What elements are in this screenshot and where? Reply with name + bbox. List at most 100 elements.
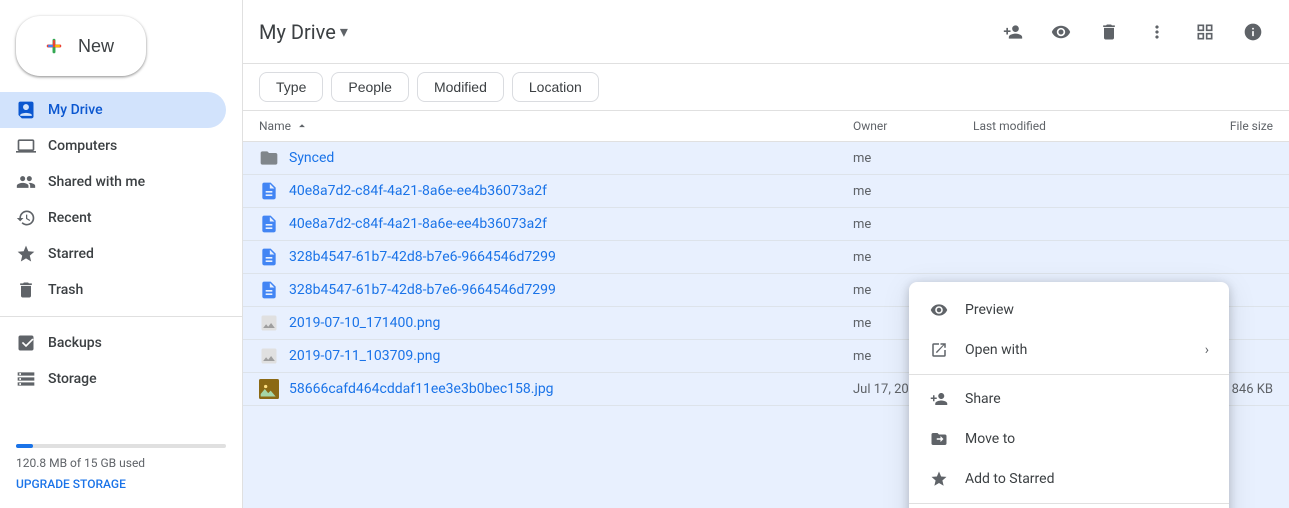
context-menu-preview-label: Preview <box>965 302 1014 318</box>
context-menu-item-add-starred[interactable]: Add to Starred <box>909 459 1229 499</box>
filter-people[interactable]: People <box>331 72 409 102</box>
header-title-area: My Drive ▾ <box>259 20 993 44</box>
context-menu-item-share[interactable]: Share <box>909 379 1229 419</box>
filter-bar: Type People Modified Location <box>243 64 1289 111</box>
file-name: 328b4547-61b7-42d8-b7e6-9664546d7299 <box>289 249 556 265</box>
context-menu-share-label: Share <box>965 391 1001 407</box>
file-name: 2019-07-11_103709.png <box>289 348 440 364</box>
upgrade-storage-link[interactable]: UPGRADE STORAGE <box>16 477 126 491</box>
info-icon <box>1243 22 1263 42</box>
open-with-menu-icon <box>929 340 949 360</box>
preview-menu-icon <box>929 300 949 320</box>
preview-toggle-button[interactable] <box>1041 12 1081 52</box>
context-menu-move-to-label: Move to <box>965 431 1015 447</box>
info-button[interactable] <box>1233 12 1273 52</box>
file-name-cell: 40e8a7d2-c84f-4a21-8a6e-ee4b36073a2f <box>259 181 853 201</box>
grid-view-button[interactable] <box>1185 12 1225 52</box>
col-owner-header: Owner <box>853 119 973 133</box>
menu-divider-2 <box>909 503 1229 504</box>
image-icon <box>259 313 279 333</box>
col-modified-header: Last modified <box>973 119 1153 133</box>
storage-bar <box>16 444 226 448</box>
sidebar-item-starred-label: Starred <box>48 246 94 262</box>
recent-icon <box>16 208 36 228</box>
file-name-cell: 328b4547-61b7-42d8-b7e6-9664546d7299 <box>259 280 853 300</box>
context-menu-item-move-to[interactable]: Move to <box>909 419 1229 459</box>
google-plus-icon <box>40 32 68 60</box>
eye-icon <box>1051 22 1071 42</box>
table-row[interactable]: 40e8a7d2-c84f-4a21-8a6e-ee4b36073a2f me <box>243 208 1289 241</box>
sidebar-item-starred[interactable]: Starred <box>0 236 226 272</box>
image-icon <box>259 346 279 366</box>
folder-icon <box>259 148 279 168</box>
table-row[interactable]: 40e8a7d2-c84f-4a21-8a6e-ee4b36073a2f me <box>243 175 1289 208</box>
new-button[interactable]: New <box>16 16 146 76</box>
file-name: 2019-07-10_171400.png <box>289 315 440 331</box>
sidebar-item-computers-label: Computers <box>48 138 117 154</box>
context-menu-item-preview[interactable]: Preview <box>909 290 1229 330</box>
sort-up-icon <box>295 119 309 133</box>
add-person-icon <box>1003 22 1023 42</box>
page-title: My Drive <box>259 20 336 44</box>
file-list-header: Name Owner Last modified File size <box>243 111 1289 142</box>
sidebar-item-my-drive-label: My Drive <box>48 102 103 118</box>
file-name-cell: 2019-07-11_103709.png <box>259 346 853 366</box>
file-owner: me <box>853 250 973 265</box>
file-name: 40e8a7d2-c84f-4a21-8a6e-ee4b36073a2f <box>289 216 547 232</box>
table-row[interactable]: 328b4547-61b7-42d8-b7e6-9664546d7299 me <box>243 241 1289 274</box>
context-menu-item-open-with[interactable]: Open with › <box>909 330 1229 370</box>
star-menu-icon <box>929 469 949 489</box>
dropdown-icon[interactable]: ▾ <box>340 22 348 41</box>
delete-button[interactable] <box>1089 12 1129 52</box>
file-name: 58666cafd464cddaf11ee3e3b0bec158.jpg <box>289 381 554 397</box>
sidebar-divider <box>0 316 242 317</box>
file-owner: me <box>853 151 973 166</box>
grid-icon <box>1195 22 1215 42</box>
doc-icon <box>259 214 279 234</box>
sidebar-item-backups-label: Backups <box>48 335 102 351</box>
file-rows-container: Synced me 40e8a7d2-c84f-4a21-8a6e-ee4b36… <box>243 142 1289 508</box>
backups-icon <box>16 333 36 353</box>
filter-location[interactable]: Location <box>512 72 599 102</box>
photo-thumbnail-icon <box>259 379 279 399</box>
trash-icon <box>16 280 36 300</box>
menu-divider <box>909 374 1229 375</box>
delete-icon <box>1099 22 1119 42</box>
storage-icon <box>16 369 36 389</box>
starred-icon <box>16 244 36 264</box>
add-person-button[interactable] <box>993 12 1033 52</box>
storage-section: 120.8 MB of 15 GB used UPGRADE STORAGE <box>16 436 226 492</box>
sidebar-item-storage[interactable]: Storage <box>0 361 226 397</box>
more-vert-icon <box>1147 22 1167 42</box>
context-menu-add-starred-label: Add to Starred <box>965 471 1054 487</box>
col-name-label: Name <box>259 119 291 133</box>
doc-icon <box>259 280 279 300</box>
main-area: My Drive ▾ Type People <box>243 0 1289 508</box>
sidebar-item-shared-with-me[interactable]: Shared with me <box>0 164 226 200</box>
file-name-cell: Synced <box>259 148 853 168</box>
more-options-button[interactable] <box>1137 12 1177 52</box>
sidebar-item-my-drive[interactable]: My Drive <box>0 92 226 128</box>
new-button-label: New <box>78 36 114 57</box>
sidebar-item-recent[interactable]: Recent <box>0 200 226 236</box>
move-to-menu-icon <box>929 429 949 449</box>
sidebar-item-recent-label: Recent <box>48 210 92 226</box>
file-name-cell: 2019-07-10_171400.png <box>259 313 853 333</box>
filter-type[interactable]: Type <box>259 72 323 102</box>
sidebar-item-trash[interactable]: Trash <box>0 272 226 308</box>
my-drive-icon <box>16 100 36 120</box>
file-owner: me <box>853 184 973 199</box>
sidebar-item-backups[interactable]: Backups <box>0 325 226 361</box>
file-name: 40e8a7d2-c84f-4a21-8a6e-ee4b36073a2f <box>289 183 547 199</box>
doc-icon <box>259 181 279 201</box>
col-name-header[interactable]: Name <box>259 119 853 133</box>
table-row[interactable]: Synced me <box>243 142 1289 175</box>
sidebar-item-shared-label: Shared with me <box>48 174 145 190</box>
shared-icon <box>16 172 36 192</box>
header: My Drive ▾ <box>243 0 1289 64</box>
filter-modified[interactable]: Modified <box>417 72 504 102</box>
sidebar-item-computers[interactable]: Computers <box>0 128 226 164</box>
sidebar: New My Drive Computers Shared with me Re… <box>0 0 243 508</box>
file-name: Synced <box>289 150 334 166</box>
header-actions <box>993 12 1273 52</box>
